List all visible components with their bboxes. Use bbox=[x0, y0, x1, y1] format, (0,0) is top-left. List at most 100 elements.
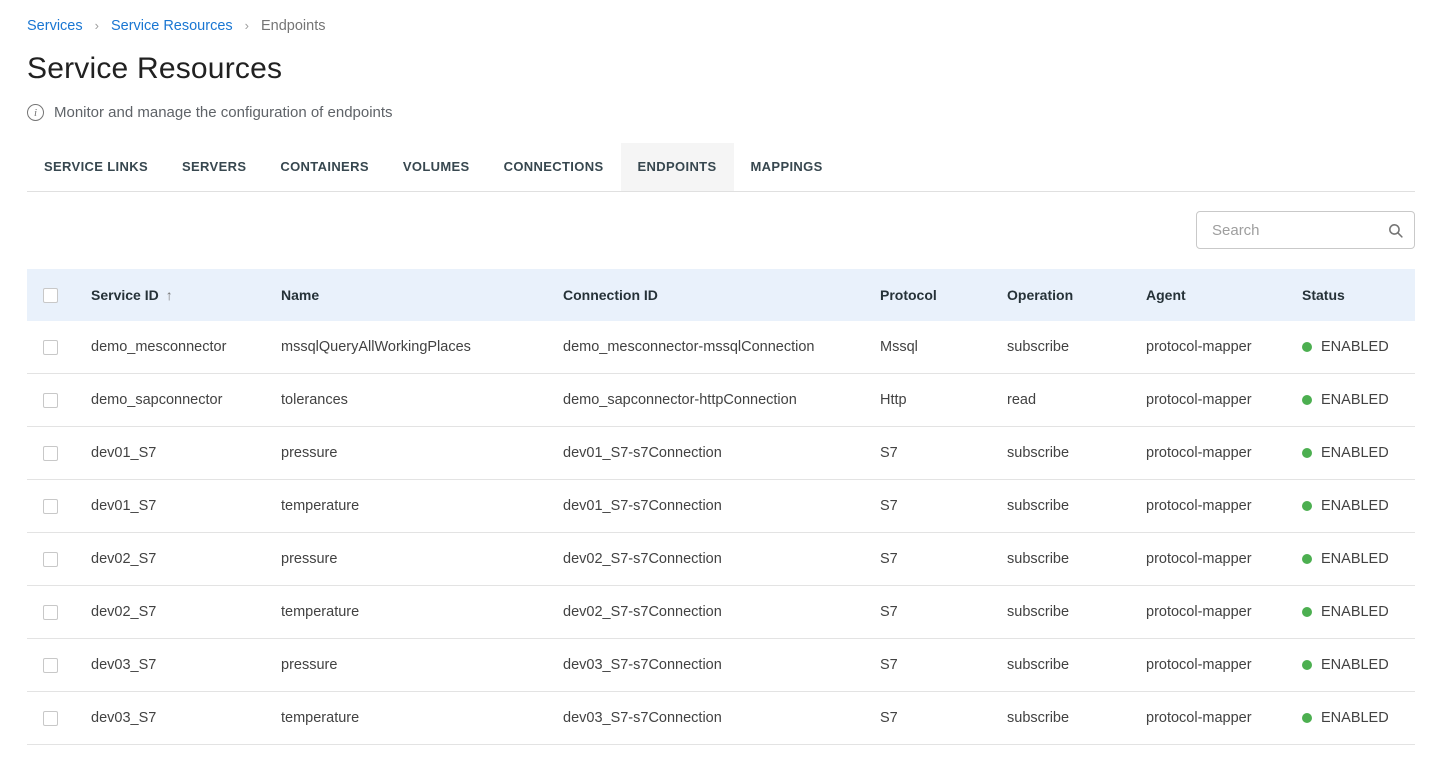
cell-protocol: Mssql bbox=[880, 321, 1007, 373]
table-header-row: Service ID ↑ NameConnection IDProtocolOper… bbox=[27, 269, 1415, 321]
status-enabled-dot-icon bbox=[1302, 713, 1312, 723]
cell-text: protocol-mapper bbox=[1146, 392, 1252, 408]
table-row: dev02_S7 temperature dev02_S7-s7Connection… bbox=[27, 586, 1415, 639]
cell-text: mssqlQueryAllWorkingPlaces bbox=[281, 339, 471, 355]
cell-text: ENABLED bbox=[1321, 604, 1389, 620]
row-checkbox[interactable] bbox=[43, 605, 58, 620]
table-row: dev01_S7pressuredev01_S7-s7ConnectionS7s… bbox=[27, 427, 1415, 480]
cell-connection-id: dev03_S7-s7Connection bbox=[563, 639, 880, 691]
page: Services›Service Resources›Endpoints Ser… bbox=[0, 0, 1433, 745]
column-header-label: Agent bbox=[1146, 287, 1186, 303]
cell-text: temperature bbox=[281, 710, 359, 726]
cell-agent: protocol-mapper bbox=[1146, 374, 1302, 426]
cell-protocol: S7 bbox=[880, 586, 1007, 638]
cell-status: ENABLED bbox=[1302, 533, 1415, 585]
row-checkbox-cell bbox=[27, 586, 91, 638]
cell-service-id: dev02_S7 bbox=[91, 533, 281, 585]
cell-protocol: S7 bbox=[880, 533, 1007, 585]
search-icon[interactable] bbox=[1387, 222, 1404, 239]
breadcrumb-item-service-resources[interactable]: Service Resources bbox=[111, 18, 233, 34]
column-header-agent[interactable]: Agent bbox=[1146, 269, 1302, 321]
cell-agent: protocol-mapper bbox=[1146, 427, 1302, 479]
cell-protocol: S7 bbox=[880, 692, 1007, 744]
cell-text: pressure bbox=[281, 551, 337, 567]
cell-text: temperature bbox=[281, 498, 359, 514]
cell-text: subscribe bbox=[1007, 339, 1069, 355]
row-checkbox[interactable] bbox=[43, 340, 58, 355]
cell-status: ENABLED bbox=[1302, 321, 1415, 373]
cell-connection-id: dev01_S7-s7Connection bbox=[563, 427, 880, 479]
cell-text: pressure bbox=[281, 445, 337, 461]
tab-endpoints[interactable]: ENDPOINTS bbox=[621, 143, 734, 191]
column-header-label: Service ID bbox=[91, 287, 159, 303]
row-checkbox[interactable] bbox=[43, 446, 58, 461]
cell-text: protocol-mapper bbox=[1146, 551, 1252, 567]
table-row: demo_mesconnector mssqlQueryAllWorkingPla… bbox=[27, 321, 1415, 374]
status-enabled-dot-icon bbox=[1302, 607, 1312, 617]
page-subtitle-row: i Monitor and manage the configuration o… bbox=[27, 104, 1415, 121]
select-all-checkbox[interactable] bbox=[43, 288, 58, 303]
cell-text: S7 bbox=[880, 551, 898, 567]
cell-operation: subscribe bbox=[1007, 427, 1146, 479]
status-enabled-dot-icon bbox=[1302, 448, 1312, 458]
cell-text: subscribe bbox=[1007, 445, 1069, 461]
cell-protocol: S7 bbox=[880, 427, 1007, 479]
table-body: demo_mesconnector mssqlQueryAllWorkingPla… bbox=[27, 321, 1415, 745]
row-checkbox[interactable] bbox=[43, 499, 58, 514]
sort-ascending-icon: ↑ bbox=[166, 287, 173, 303]
page-subtitle: Monitor and manage the configuration of … bbox=[54, 104, 393, 121]
cell-text: temperature bbox=[281, 604, 359, 620]
table-row: dev03_S7temperaturedev03_S7-s7Connection… bbox=[27, 692, 1415, 745]
cell-text: dev02_S7-s7Connection bbox=[563, 604, 722, 620]
cell-text: dev02_S7 bbox=[91, 604, 156, 620]
column-header-service-id[interactable]: Service ID ↑ bbox=[91, 269, 281, 321]
cell-status: ENABLED bbox=[1302, 427, 1415, 479]
cell-service-id: demo_mesconnector bbox=[91, 321, 281, 373]
column-header-operation[interactable]: Operation bbox=[1007, 269, 1146, 321]
cell-name: pressure bbox=[281, 427, 563, 479]
tab-volumes[interactable]: VOLUMES bbox=[386, 143, 487, 191]
toolbar bbox=[27, 192, 1415, 269]
column-header-connection-id[interactable]: Connection ID bbox=[563, 269, 880, 321]
column-header-status[interactable]: Status bbox=[1302, 269, 1415, 321]
tab-containers[interactable]: CONTAINERS bbox=[263, 143, 385, 191]
cell-text: S7 bbox=[880, 498, 898, 514]
cell-text: dev01_S7-s7Connection bbox=[563, 498, 722, 514]
row-checkbox-cell bbox=[27, 533, 91, 585]
cell-text: subscribe bbox=[1007, 710, 1069, 726]
tab-service-links[interactable]: SERVICE LINKS bbox=[27, 143, 165, 191]
cell-text: demo_mesconnector bbox=[91, 339, 226, 355]
cell-name: temperature bbox=[281, 692, 563, 744]
row-checkbox-cell bbox=[27, 480, 91, 532]
status-enabled-dot-icon bbox=[1302, 660, 1312, 670]
row-checkbox[interactable] bbox=[43, 658, 58, 673]
row-checkbox[interactable] bbox=[43, 711, 58, 726]
column-header-name[interactable]: Name bbox=[281, 269, 563, 321]
cell-connection-id: dev02_S7-s7Connection bbox=[563, 586, 880, 638]
cell-status: ENABLED bbox=[1302, 692, 1415, 744]
cell-text: dev03_S7-s7Connection bbox=[563, 657, 722, 673]
row-checkbox[interactable] bbox=[43, 393, 58, 408]
row-checkbox[interactable] bbox=[43, 552, 58, 567]
row-checkbox-cell bbox=[27, 692, 91, 744]
cell-connection-id: dev03_S7-s7Connection bbox=[563, 692, 880, 744]
cell-text: protocol-mapper bbox=[1146, 339, 1252, 355]
cell-text: read bbox=[1007, 392, 1036, 408]
tab-mappings[interactable]: MAPPINGS bbox=[734, 143, 840, 191]
cell-connection-id: demo_mesconnector-mssqlConnection bbox=[563, 321, 880, 373]
cell-text: ENABLED bbox=[1321, 339, 1389, 355]
cell-agent: protocol-mapper bbox=[1146, 692, 1302, 744]
cell-operation: subscribe bbox=[1007, 321, 1146, 373]
cell-connection-id: dev01_S7-s7Connection bbox=[563, 480, 880, 532]
breadcrumb-item-services[interactable]: Services bbox=[27, 18, 83, 34]
cell-protocol: Http bbox=[880, 374, 1007, 426]
column-header-protocol[interactable]: Protocol bbox=[880, 269, 1007, 321]
cell-text: ENABLED bbox=[1321, 392, 1389, 408]
tab-servers[interactable]: SERVERS bbox=[165, 143, 263, 191]
tab-connections[interactable]: CONNECTIONS bbox=[487, 143, 621, 191]
search-input[interactable] bbox=[1210, 221, 1387, 240]
cell-text: protocol-mapper bbox=[1146, 498, 1252, 514]
cell-text: dev02_S7 bbox=[91, 551, 156, 567]
cell-text: S7 bbox=[880, 445, 898, 461]
row-checkbox-cell bbox=[27, 321, 91, 373]
